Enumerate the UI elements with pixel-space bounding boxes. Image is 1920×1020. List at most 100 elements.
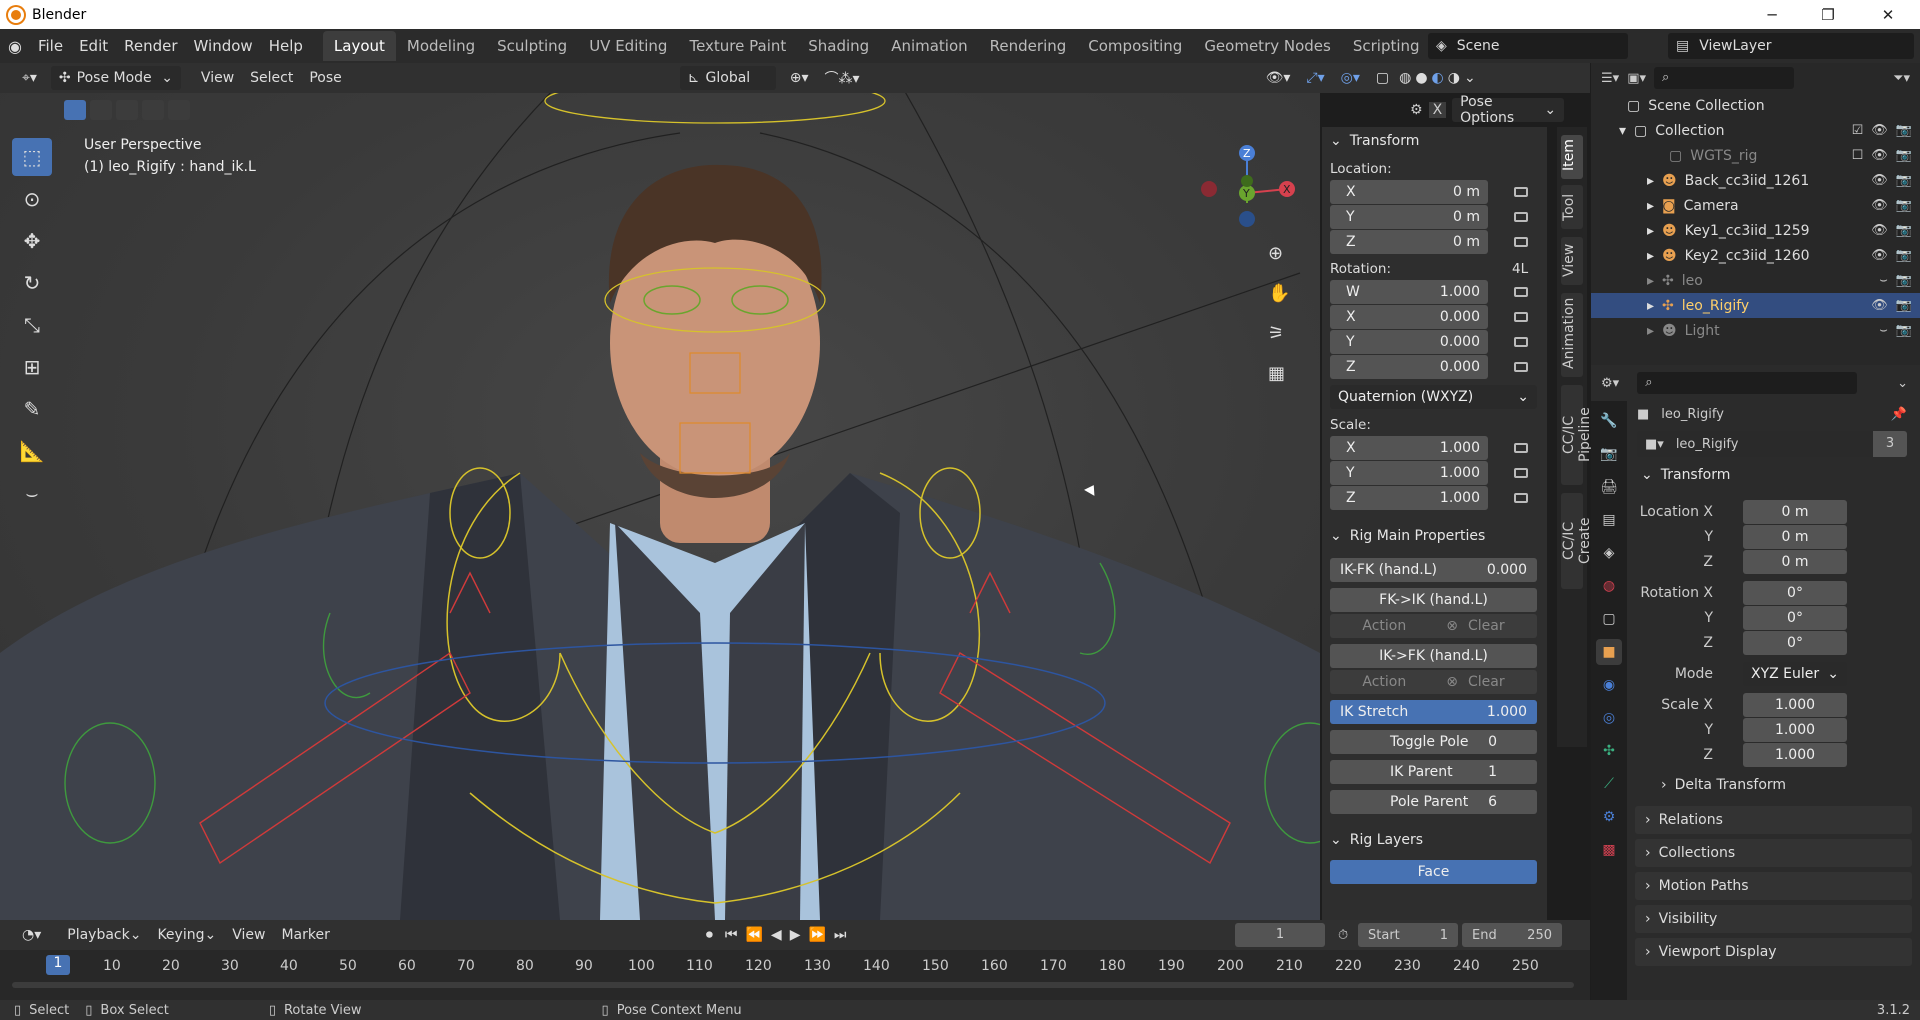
output-tab-icon[interactable]: 🖨: [1596, 474, 1622, 500]
scale-y-field[interactable]: Y 1.000: [1330, 461, 1528, 485]
eye-hidden-icon[interactable]: ⌣: [1879, 323, 1888, 338]
mirror-x-icon[interactable]: X: [1428, 102, 1447, 118]
camera-icon[interactable]: 📷: [1896, 273, 1912, 288]
transform-tool-icon[interactable]: ⊞: [12, 348, 52, 386]
ik-stretch-slider[interactable]: IK Stretch 1.000: [1330, 700, 1537, 724]
outliner-item-light[interactable]: ▸ ☻ Light ⌣ 📷: [1591, 318, 1920, 343]
zoom-icon[interactable]: ⊕: [1268, 243, 1294, 269]
rotation-lock-4l[interactable]: 4L: [1512, 261, 1528, 277]
ikfk-slider[interactable]: IK-FK (hand.L) 0.000: [1330, 558, 1537, 582]
current-frame-field[interactable]: 1: [1235, 923, 1325, 947]
pan-hand-icon[interactable]: ✋: [1268, 283, 1294, 309]
cursor-tool-icon[interactable]: ⊙: [12, 180, 52, 218]
eye-icon[interactable]: 👁: [1871, 198, 1888, 213]
motion-paths-section[interactable]: › Motion Paths: [1635, 872, 1912, 900]
select-extend-icon[interactable]: [90, 100, 112, 120]
eye-icon[interactable]: 👁: [1871, 173, 1888, 188]
eye-icon[interactable]: 👁: [1871, 123, 1888, 138]
clear-button[interactable]: Clear: [1468, 618, 1505, 634]
rotate-tool-icon[interactable]: ↻: [12, 264, 52, 302]
ortho-grid-icon[interactable]: ▦: [1268, 363, 1294, 389]
record-icon[interactable]: ⏺: [698, 923, 721, 947]
action-button[interactable]: Action: [1362, 674, 1406, 690]
jump-end-icon[interactable]: ⏭: [830, 923, 851, 947]
mode-dropdown[interactable]: ✣ Pose Mode ⌄: [50, 66, 181, 90]
lock-icon[interactable]: [1514, 287, 1528, 297]
move-tool-icon[interactable]: ✥: [12, 222, 52, 260]
outliner-item-leo-rigify[interactable]: ▸ ✣ leo_Rigify 👁 📷: [1591, 293, 1920, 318]
expand-icon[interactable]: ▸: [1647, 198, 1654, 214]
timeline-ruler[interactable]: 1 10 20 30 40 50 60 70 80 90 100 110 120…: [0, 950, 1590, 1000]
shading-wireframe-icon[interactable]: ◍: [1397, 66, 1413, 90]
transform-panel-header[interactable]: ⌄ Transform: [1322, 127, 1547, 155]
jump-start-icon[interactable]: ⏮: [721, 923, 742, 947]
fk-to-ik-button[interactable]: FK->IK (hand.L): [1330, 588, 1537, 612]
blender-menu-icon[interactable]: ◉: [0, 37, 30, 56]
tab-sculpting[interactable]: Sculpting: [486, 31, 578, 61]
clear-button[interactable]: Clear: [1468, 674, 1505, 690]
play-reverse-icon[interactable]: ◀: [767, 923, 786, 947]
tab-animation[interactable]: Animation: [880, 31, 978, 61]
tab-item[interactable]: Item: [1561, 135, 1583, 179]
outliner-item-wgts[interactable]: ▢ WGTS_rig ☐ 👁 📷: [1591, 143, 1920, 168]
ik-parent-field[interactable]: IK Parent 1: [1330, 760, 1537, 784]
scene-selector[interactable]: ◈ Scene: [1428, 33, 1628, 59]
camera-icon[interactable]: 📷: [1896, 223, 1912, 238]
camera-icon[interactable]: 📷: [1896, 323, 1912, 338]
tab-cc-pipeline[interactable]: CC/IC Pipeline: [1561, 385, 1593, 485]
tab-scripting[interactable]: Scripting: [1342, 31, 1431, 61]
select-subtract-icon[interactable]: [116, 100, 138, 120]
render-tab-icon[interactable]: 📷: [1596, 441, 1622, 467]
viewport-display-section[interactable]: › Viewport Display: [1635, 938, 1912, 966]
maximize-icon[interactable]: ❐: [1800, 0, 1856, 29]
rotation-x-input[interactable]: 0°: [1743, 581, 1847, 605]
outliner-search-icon[interactable]: ⌕: [1654, 67, 1794, 89]
scale-z-input[interactable]: 1.000: [1743, 743, 1847, 767]
relations-section[interactable]: › Relations: [1635, 806, 1912, 834]
checkbox-icon[interactable]: ☐: [1852, 148, 1864, 163]
outliner-scene-collection[interactable]: ▢ Scene Collection: [1591, 93, 1920, 118]
scale-y-input[interactable]: 1.000: [1743, 718, 1847, 742]
toggle-pole-field[interactable]: Toggle Pole 0: [1330, 730, 1537, 754]
eye-icon[interactable]: 👁: [1871, 223, 1888, 238]
eye-icon[interactable]: 👁: [1871, 248, 1888, 263]
shading-material-icon[interactable]: ◐: [1430, 66, 1446, 90]
playhead-frame-label[interactable]: 1: [46, 955, 70, 975]
properties-search-icon[interactable]: ⌕: [1637, 372, 1858, 394]
expand-icon[interactable]: ▸: [1647, 223, 1654, 239]
tab-shading[interactable]: Shading: [797, 31, 880, 61]
editor-type-icon[interactable]: ☰▾: [1601, 71, 1619, 86]
start-frame-field[interactable]: Start 1: [1358, 923, 1458, 947]
rotation-w-field[interactable]: W 1.000: [1330, 280, 1528, 304]
xray-icon[interactable]: ▢: [1368, 66, 1397, 90]
menu-file[interactable]: File: [30, 37, 71, 55]
eye-icon[interactable]: 👁: [1871, 148, 1888, 163]
snap-icon[interactable]: ⌒⁂▾: [817, 66, 868, 90]
timeline-scrollbar[interactable]: [12, 982, 1574, 988]
eye-hidden-icon[interactable]: ⌣: [1879, 273, 1888, 288]
pole-parent-field[interactable]: Pole Parent 6: [1330, 790, 1537, 814]
tab-rendering[interactable]: Rendering: [979, 31, 1078, 61]
play-icon[interactable]: ▶: [786, 923, 805, 947]
rotation-y-field[interactable]: Y 0.000: [1330, 330, 1528, 354]
location-y-input[interactable]: 0 m: [1743, 525, 1847, 549]
location-z-input[interactable]: 0 m: [1743, 550, 1847, 574]
editor-type-icon[interactable]: ⚙▾: [1601, 376, 1619, 391]
object-browse-icon[interactable]: ■▾: [1645, 437, 1664, 452]
camera-icon[interactable]: 📷: [1896, 123, 1912, 138]
scale-x-input[interactable]: 1.000: [1743, 693, 1847, 717]
lock-icon[interactable]: [1514, 337, 1528, 347]
rotation-y-input[interactable]: 0°: [1743, 606, 1847, 630]
lock-icon[interactable]: [1514, 443, 1528, 453]
breakdowner-tool-icon[interactable]: ⌣: [12, 474, 52, 512]
tab-geometry-nodes[interactable]: Geometry Nodes: [1193, 31, 1342, 61]
collections-section[interactable]: › Collections: [1635, 839, 1912, 867]
location-z-field[interactable]: Z 0 m: [1330, 230, 1528, 254]
rotation-mode-dropdown[interactable]: Quaternion (WXYZ) ⌄: [1330, 385, 1537, 409]
end-frame-field[interactable]: End 250: [1462, 923, 1562, 947]
overlay-icon[interactable]: ◎▾: [1333, 66, 1368, 90]
editor-type-icon[interactable]: ◔▾: [14, 923, 49, 947]
tab-layout[interactable]: Layout: [322, 31, 396, 61]
rig-main-panel-header[interactable]: ⌄ Rig Main Properties: [1322, 522, 1547, 550]
bone-tab-icon[interactable]: ⚙: [1596, 804, 1622, 830]
